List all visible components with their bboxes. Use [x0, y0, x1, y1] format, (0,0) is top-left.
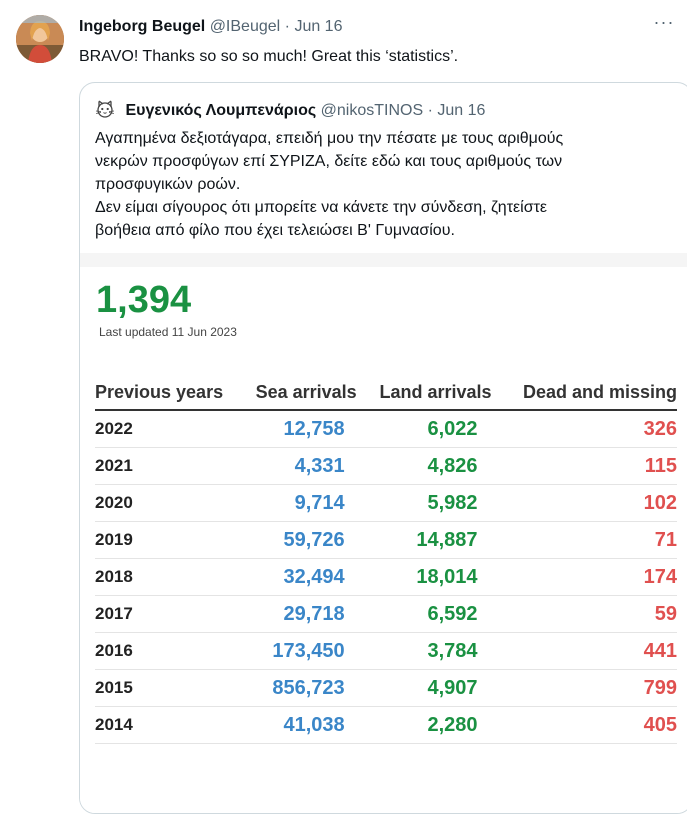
- sea-arrivals-cell: 173,450: [235, 632, 357, 670]
- land-arrivals-cell: 18,014: [356, 558, 492, 596]
- dead-missing-cell: 174: [491, 558, 677, 596]
- tweet-date[interactable]: Jun 16: [294, 18, 342, 35]
- table-row: 2019 59,726 14,887 71: [95, 521, 677, 559]
- quoted-text-line: Αγαπημένα δεξιοτάγαρα, επειδή μου την πέ…: [95, 130, 564, 147]
- table-row: 2022 12,758 6,022 326: [95, 410, 677, 448]
- last-updated: Last updated 11 Jun 2023: [99, 325, 237, 339]
- table-row: 2017 29,718 6,592 59: [95, 595, 677, 633]
- headline-number: 1,394: [96, 279, 192, 321]
- year-cell: 2018: [95, 558, 235, 596]
- dead-missing-cell: 326: [491, 410, 677, 448]
- quoted-tweet[interactable]: Ευγενικός Λουμπενάριος @nikosTINOS · Jun…: [79, 82, 687, 814]
- land-arrivals-cell: 6,022: [356, 410, 492, 448]
- dead-missing-cell: 799: [491, 669, 677, 707]
- quoted-tweet-header: Ευγενικός Λουμπενάριος @nikosTINOS · Jun…: [95, 99, 485, 121]
- more-horizontal-icon[interactable]: ···: [651, 13, 677, 35]
- year-cell: 2017: [95, 595, 235, 633]
- cat-face-icon: [95, 99, 115, 118]
- dead-missing-cell: 405: [491, 706, 677, 744]
- year-cell: 2016: [95, 632, 235, 670]
- cat-face-avatar[interactable]: [95, 99, 115, 119]
- sea-arrivals-cell: 32,494: [235, 558, 357, 596]
- avatar-photo: [16, 15, 64, 63]
- sea-arrivals-cell: 29,718: [235, 595, 357, 633]
- sea-arrivals-cell: 59,726: [235, 521, 357, 559]
- year-cell: 2015: [95, 669, 235, 707]
- avatar[interactable]: [16, 15, 64, 63]
- quoted-text-line: προσφυγικών ροών.: [95, 176, 241, 193]
- land-arrivals-cell: 4,907: [356, 669, 492, 707]
- year-cell: 2019: [95, 521, 235, 559]
- sea-arrivals-cell: 856,723: [235, 669, 357, 707]
- statistics-image[interactable]: 1,394 Last updated 11 Jun 2023 Previous …: [80, 253, 687, 813]
- sea-arrivals-cell: 4,331: [235, 447, 357, 485]
- year-cell: 2022: [95, 410, 235, 448]
- dead-missing-cell: 59: [491, 595, 677, 633]
- table-row: 2014 41,038 2,280 405: [95, 706, 677, 744]
- author-name[interactable]: Ingeborg Beugel: [79, 18, 205, 35]
- table-row: 2020 9,714 5,982 102: [95, 484, 677, 522]
- sea-arrivals-cell: 9,714: [235, 484, 357, 522]
- tweet[interactable]: Ingeborg Beugel @IBeugel · Jun 16 ··· BR…: [0, 0, 687, 814]
- land-arrivals-cell: 3,784: [356, 632, 492, 670]
- dead-missing-cell: 71: [491, 521, 677, 559]
- quoted-text-line: βοήθεια από φίλο που έχει τελειώσει Β' Γ…: [95, 222, 455, 239]
- land-arrivals-cell: 4,826: [356, 447, 492, 485]
- quoted-text-line: νεκρών προσφύγων επί ΣΥΡΙΖΑ, δείτε εδώ κ…: [95, 153, 563, 170]
- quoted-author-name[interactable]: Ευγενικός Λουμπενάριος: [125, 102, 316, 119]
- tweet-text: BRAVO! Thanks so so so much! Great this …: [79, 48, 459, 65]
- quoted-header-separator: ·: [427, 102, 433, 119]
- quoted-author-handle[interactable]: @nikosTINOS: [321, 102, 423, 119]
- land-arrivals-cell: 14,887: [356, 521, 492, 559]
- quoted-tweet-text: Αγαπημένα δεξιοτάγαρα, επειδή μου την πέ…: [95, 127, 680, 242]
- image-top-border: [80, 253, 687, 267]
- table-row: 2016 173,450 3,784 441: [95, 632, 677, 670]
- land-arrivals-cell: 2,280: [356, 706, 492, 744]
- quoted-tweet-date[interactable]: Jun 16: [437, 102, 485, 119]
- header-previous-years: Previous years: [95, 379, 235, 411]
- table-row: 2018 32,494 18,014 174: [95, 558, 677, 596]
- table-row: 2021 4,331 4,826 115: [95, 447, 677, 485]
- quoted-text-line: Δεν είμαι σίγουρος ότι μπορείτε να κάνετ…: [95, 199, 548, 216]
- land-arrivals-cell: 5,982: [356, 484, 492, 522]
- tweet-header: Ingeborg Beugel @IBeugel · Jun 16: [79, 17, 342, 37]
- table-header-row: Previous years Sea arrivals Land arrival…: [95, 379, 677, 411]
- header-land-arrivals: Land arrivals: [356, 379, 492, 411]
- sea-arrivals-cell: 12,758: [235, 410, 357, 448]
- dead-missing-cell: 441: [491, 632, 677, 670]
- header-sea-arrivals: Sea arrivals: [235, 379, 357, 411]
- year-cell: 2021: [95, 447, 235, 485]
- sea-arrivals-cell: 41,038: [235, 706, 357, 744]
- land-arrivals-cell: 6,592: [356, 595, 492, 633]
- year-cell: 2014: [95, 706, 235, 744]
- table-row: 2015 856,723 4,907 799: [95, 669, 677, 707]
- arrivals-table: Previous years Sea arrivals Land arrival…: [95, 379, 677, 744]
- year-cell: 2020: [95, 484, 235, 522]
- header-separator: ·: [284, 18, 290, 35]
- header-dead-missing: Dead and missing: [491, 379, 677, 411]
- dead-missing-cell: 102: [491, 484, 677, 522]
- dead-missing-cell: 115: [491, 447, 677, 485]
- author-handle[interactable]: @IBeugel: [210, 18, 281, 35]
